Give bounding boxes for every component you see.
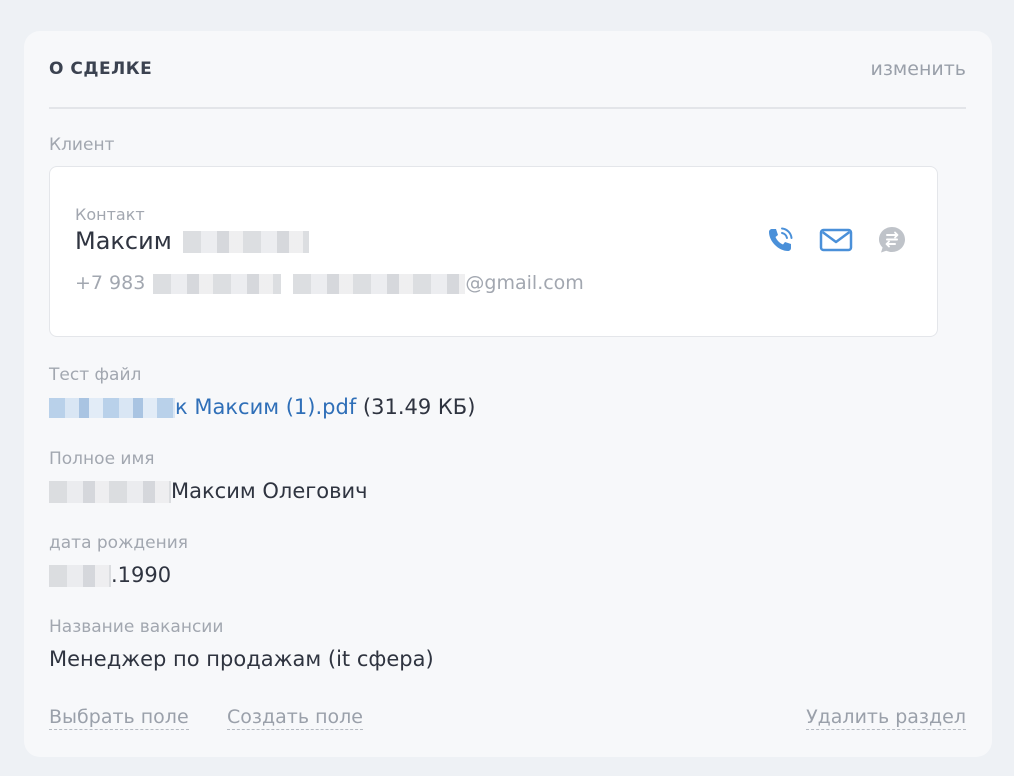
blurred-phone bbox=[153, 273, 282, 294]
edit-button[interactable]: изменить bbox=[870, 58, 966, 80]
blurred-file-prefix bbox=[49, 398, 175, 418]
test-file-label: Тест файл bbox=[49, 365, 142, 385]
delete-section-button[interactable]: Удалить раздел bbox=[806, 705, 966, 730]
contact-details: +7 983 @gmail.com bbox=[75, 272, 584, 294]
vacancy-value: Менеджер по продажам (it сфера) bbox=[49, 647, 434, 671]
choose-field-button[interactable]: Выбрать поле bbox=[49, 705, 189, 730]
mail-icon[interactable] bbox=[819, 223, 853, 257]
full-name-label: Полное имя bbox=[49, 449, 155, 469]
contact-card[interactable]: Контакт Максим +7 983 @gmail.com bbox=[49, 166, 938, 337]
card-header: О СДЕЛКЕ изменить bbox=[49, 31, 966, 109]
contact-actions bbox=[763, 223, 909, 257]
client-label: Клиент bbox=[49, 135, 115, 155]
contact-phone[interactable]: +7 983 bbox=[75, 272, 145, 294]
birth-year: .1990 bbox=[111, 563, 172, 587]
test-file-value: к Максим (1).pdf (31.49 КБ) bbox=[49, 395, 475, 419]
full-name-text: Максим Олегович bbox=[171, 479, 368, 503]
blurred-surname bbox=[183, 231, 310, 253]
contact-first-name: Максим bbox=[75, 227, 172, 255]
section-title: О СДЕЛКЕ bbox=[49, 59, 153, 79]
contact-name: Максим bbox=[75, 227, 310, 255]
blurred-last-name bbox=[49, 481, 171, 503]
blurred-day-month bbox=[49, 565, 111, 587]
birth-date-label: дата рождения bbox=[49, 533, 189, 553]
contact-label: Контакт bbox=[75, 205, 145, 224]
deal-card: О СДЕЛКЕ изменить Клиент Контакт Максим … bbox=[24, 31, 992, 757]
full-name-value: Максим Олегович bbox=[49, 479, 368, 503]
file-link[interactable]: к Максим (1).pdf bbox=[175, 395, 356, 419]
birth-date-value: .1990 bbox=[49, 563, 171, 587]
create-field-button[interactable]: Создать поле bbox=[227, 705, 363, 730]
phone-icon[interactable] bbox=[763, 223, 797, 257]
blurred-email bbox=[293, 273, 466, 294]
vacancy-label: Название вакансии bbox=[49, 617, 224, 637]
contact-email-domain[interactable]: @gmail.com bbox=[465, 272, 583, 294]
chat-icon[interactable] bbox=[875, 223, 909, 257]
file-size: (31.49 КБ) bbox=[362, 395, 476, 419]
